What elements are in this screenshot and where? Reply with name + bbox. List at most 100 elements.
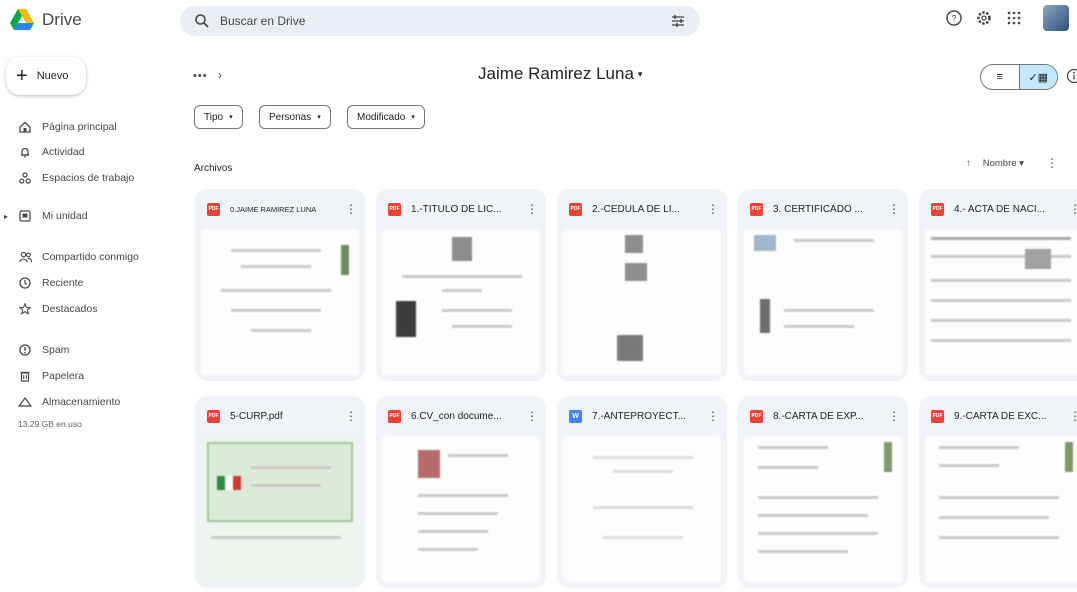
sidebar-item-label: Compartido conmigo bbox=[42, 251, 139, 263]
sidebar-item-spam[interactable]: Spam bbox=[0, 339, 175, 361]
file-card-header: PDF 4.- ACTA DE NACI... ⋮ bbox=[919, 189, 1077, 229]
sidebar-item-label: Mi unidad bbox=[42, 210, 88, 222]
drive-logo-icon bbox=[10, 9, 34, 30]
sidebar-item-trash[interactable]: Papelera bbox=[0, 365, 175, 387]
pdf-file-icon: PDF bbox=[569, 202, 582, 216]
file-more-icon[interactable]: ⋮ bbox=[707, 409, 719, 423]
settings-icon[interactable] bbox=[975, 9, 993, 27]
clock-icon bbox=[18, 276, 32, 290]
help-icon[interactable]: ? bbox=[945, 9, 963, 27]
sidebar-item-label: Página principal bbox=[42, 121, 117, 133]
file-card-header: PDF 0.JAIME RAMIREZ LUNA ⋮ bbox=[195, 189, 365, 229]
breadcrumb-separator-icon: › bbox=[218, 68, 222, 82]
star-icon bbox=[18, 302, 32, 316]
filter-modified-chip[interactable]: Modificado ▾ bbox=[347, 105, 425, 129]
file-more-icon[interactable]: ⋮ bbox=[345, 409, 357, 423]
file-card[interactable]: PDF 5-CURP.pdf ⋮ bbox=[195, 396, 365, 588]
file-more-icon[interactable]: ⋮ bbox=[888, 202, 900, 216]
pdf-file-icon: PDF bbox=[750, 202, 763, 216]
new-button[interactable]: + Nuevo bbox=[6, 57, 86, 95]
sidebar-item-shared[interactable]: Compartido conmigo bbox=[0, 246, 175, 268]
sort-controls: ↑ Nombre ▾ ⋮ bbox=[966, 156, 1058, 170]
filter-label: Modificado bbox=[357, 111, 406, 123]
file-card[interactable]: PDF 4.- ACTA DE NACI... ⋮ bbox=[919, 189, 1077, 381]
file-card-header: PDF 8.-CARTA DE EXP... ⋮ bbox=[738, 396, 908, 436]
file-card[interactable]: PDF 3. CERTIFICADO ... ⋮ bbox=[738, 189, 908, 381]
sidebar-item-workspaces[interactable]: Espacios de trabajo bbox=[0, 167, 175, 189]
sort-direction-icon[interactable]: ↑ bbox=[966, 158, 971, 169]
pdf-file-icon: PDF bbox=[388, 202, 401, 216]
search-bar[interactable]: Buscar en Drive bbox=[180, 6, 700, 36]
svg-text:?: ? bbox=[951, 14, 956, 24]
file-card-header: PDF 3. CERTIFICADO ... ⋮ bbox=[738, 189, 908, 229]
sidebar-item-activity[interactable]: Actividad bbox=[0, 141, 175, 163]
search-input[interactable]: Buscar en Drive bbox=[220, 14, 670, 28]
file-more-icon[interactable]: ⋮ bbox=[345, 202, 357, 216]
file-card-header: PDF 2.-CEDULA DE LI... ⋮ bbox=[557, 189, 727, 229]
app-name: Drive bbox=[42, 9, 82, 29]
search-icon[interactable] bbox=[194, 13, 210, 29]
folder-title: Jaime Ramirez Luna bbox=[478, 64, 634, 83]
more-options-icon[interactable]: ⋮ bbox=[1046, 156, 1058, 170]
drive-logo[interactable]: Drive bbox=[10, 9, 82, 30]
top-right-actions: ? bbox=[945, 5, 1077, 31]
info-icon[interactable] bbox=[1066, 68, 1077, 84]
chevron-down-icon: ▾ bbox=[229, 114, 233, 121]
sidebar-item-home[interactable]: Página principal bbox=[0, 116, 175, 138]
file-more-icon[interactable]: ⋮ bbox=[526, 202, 538, 216]
file-name: 3. CERTIFICADO ... bbox=[773, 203, 863, 215]
file-card[interactable]: PDF 6.CV_con docume... ⋮ bbox=[376, 396, 546, 588]
sidebar-item-my-drive[interactable]: ▸ Mi unidad bbox=[0, 205, 175, 227]
file-card-header: PDF 6.CV_con docume... ⋮ bbox=[376, 396, 546, 436]
sort-by-button[interactable]: Nombre ▾ bbox=[983, 158, 1024, 169]
breadcrumb-more-button[interactable]: ••• bbox=[193, 70, 208, 82]
filter-people-chip[interactable]: Personas ▾ bbox=[259, 105, 331, 129]
files-section-label: Archivos bbox=[194, 163, 233, 174]
file-card-header: W 7.-ANTEPROYECT... ⋮ bbox=[557, 396, 727, 436]
list-view-button[interactable]: ≡ bbox=[981, 65, 1019, 89]
apps-grid-icon[interactable] bbox=[1005, 9, 1023, 27]
sidebar-item-label: Destacados bbox=[42, 303, 98, 315]
file-name: 6.CV_con docume... bbox=[411, 410, 502, 422]
file-card[interactable]: PDF 2.-CEDULA DE LI... ⋮ bbox=[557, 189, 727, 381]
sidebar-item-label: Papelera bbox=[42, 370, 85, 382]
file-card[interactable]: PDF 8.-CARTA DE EXP... ⋮ bbox=[738, 396, 908, 588]
file-thumbnail bbox=[382, 229, 540, 375]
file-card[interactable]: PDF 1.-TITULO DE LIC... ⋮ bbox=[376, 189, 546, 381]
file-more-icon[interactable]: ⋮ bbox=[888, 409, 900, 423]
file-card[interactable]: PDF 0.JAIME RAMIREZ LUNA ⋮ bbox=[195, 189, 365, 381]
spam-icon bbox=[18, 343, 32, 357]
view-toggle: ≡ ✓▦ bbox=[980, 64, 1058, 90]
pdf-file-icon: PDF bbox=[207, 409, 220, 423]
pdf-file-icon: PDF bbox=[931, 202, 944, 216]
pdf-file-icon: PDF bbox=[931, 409, 944, 423]
file-more-icon[interactable]: ⋮ bbox=[526, 409, 538, 423]
account-avatar[interactable] bbox=[1043, 5, 1069, 31]
file-card[interactable]: W 7.-ANTEPROYECT... ⋮ bbox=[557, 396, 727, 588]
file-name: 2.-CEDULA DE LI... bbox=[592, 203, 680, 215]
filter-label: Personas bbox=[269, 111, 312, 123]
grid-view-button[interactable]: ✓▦ bbox=[1018, 65, 1057, 89]
file-card[interactable]: PDF 9.-CARTA DE EXC... ⋮ bbox=[919, 396, 1077, 588]
file-more-icon[interactable]: ⋮ bbox=[1069, 409, 1077, 423]
file-thumbnail bbox=[201, 229, 359, 375]
sidebar-item-label: Spam bbox=[42, 344, 70, 356]
file-name: 5-CURP.pdf bbox=[230, 410, 283, 422]
file-name: 0.JAIME RAMIREZ LUNA bbox=[230, 204, 317, 214]
sidebar-item-storage[interactable]: Almacenamiento bbox=[0, 391, 175, 413]
file-more-icon[interactable]: ⋮ bbox=[1069, 202, 1077, 216]
word-file-icon: W bbox=[569, 409, 582, 423]
file-thumbnail bbox=[925, 436, 1077, 582]
file-thumbnail bbox=[744, 229, 902, 375]
sidebar-item-starred[interactable]: Destacados bbox=[0, 298, 175, 320]
expand-caret-icon[interactable]: ▸ bbox=[4, 212, 8, 221]
search-options-icon[interactable] bbox=[670, 13, 686, 29]
file-more-icon[interactable]: ⋮ bbox=[707, 202, 719, 216]
file-name: 7.-ANTEPROYECT... bbox=[592, 410, 686, 422]
workspaces-icon bbox=[18, 171, 32, 185]
sidebar-item-recent[interactable]: Reciente bbox=[0, 272, 175, 294]
filter-type-chip[interactable]: Tipo ▾ bbox=[194, 105, 243, 129]
folder-title-button[interactable]: Jaime Ramirez Luna ▾ bbox=[478, 64, 642, 84]
trash-icon bbox=[18, 369, 32, 383]
new-button-label: Nuevo bbox=[36, 70, 69, 82]
